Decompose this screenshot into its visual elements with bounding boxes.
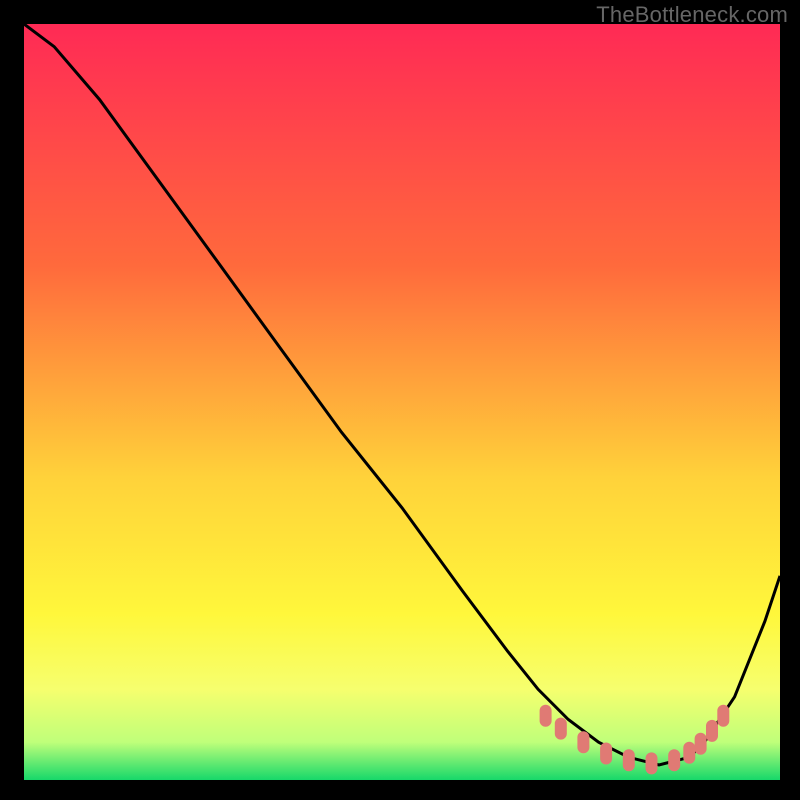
gradient-background: [24, 24, 780, 780]
curve-marker: [600, 743, 612, 765]
curve-marker: [706, 720, 718, 742]
curve-marker: [623, 749, 635, 771]
bottleneck-chart: [24, 24, 780, 780]
watermark-text: TheBottleneck.com: [596, 2, 788, 28]
curve-marker: [695, 733, 707, 755]
curve-marker: [646, 752, 658, 774]
curve-marker: [577, 731, 589, 753]
chart-frame: [24, 24, 780, 780]
curve-marker: [717, 705, 729, 727]
curve-marker: [668, 749, 680, 771]
curve-marker: [683, 742, 695, 764]
curve-marker: [540, 705, 552, 727]
curve-marker: [555, 718, 567, 740]
